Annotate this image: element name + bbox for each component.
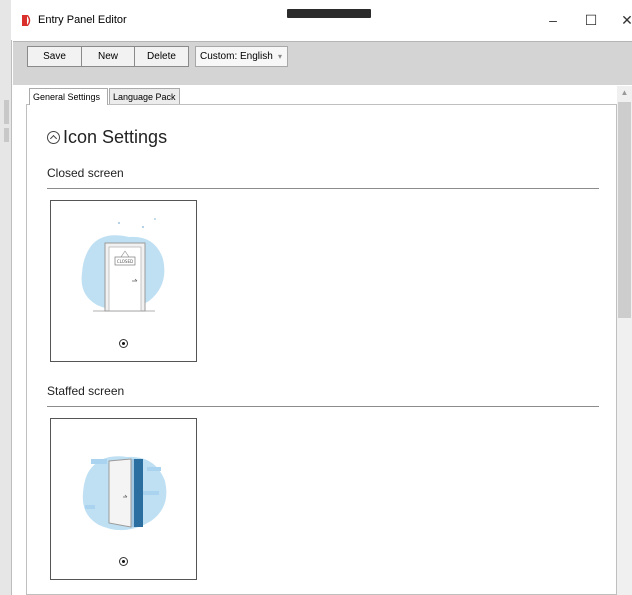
new-button[interactable]: New — [81, 46, 135, 67]
toolbar: Save New Delete Custom: English ▾ — [13, 41, 632, 85]
divider — [47, 406, 599, 407]
staffed-screen-icon-card[interactable] — [50, 418, 197, 580]
vertical-scrollbar[interactable]: ▲ — [617, 86, 632, 595]
closed-screen-heading: Closed screen — [47, 166, 124, 180]
tab-general-settings[interactable]: General Settings — [29, 88, 108, 105]
screen-capture-bar — [287, 9, 371, 18]
staffed-screen-heading: Staffed screen — [47, 384, 125, 398]
minimize-button[interactable]: – — [538, 8, 568, 32]
divider — [47, 188, 599, 189]
open-door-illustration — [82, 456, 167, 531]
chevron-down-icon: ▾ — [277, 52, 282, 61]
icon-settings-header[interactable]: Icon Settings — [47, 127, 167, 148]
maximize-button[interactable]: ☐ — [576, 8, 606, 32]
scroll-up-icon[interactable]: ▲ — [617, 86, 632, 100]
save-button[interactable]: Save — [27, 46, 82, 67]
tab-language-pack[interactable]: Language Pack — [109, 88, 180, 104]
closed-sign-text: CLOSED — [117, 259, 133, 264]
collapse-chevron-icon[interactable] — [47, 131, 60, 144]
scrollbar-thumb[interactable] — [618, 102, 631, 318]
section-title: Icon Settings — [63, 127, 168, 147]
app-logo-icon — [22, 15, 31, 26]
edge-mark — [4, 100, 9, 124]
edge-mark — [4, 128, 9, 142]
action-button-group: Save New Delete — [27, 46, 189, 67]
closed-door-illustration: CLOSED — [81, 218, 165, 312]
title-bar[interactable]: Entry Panel Editor – ☐ ✕ — [11, 0, 632, 40]
closed-screen-radio[interactable] — [119, 339, 128, 348]
close-button[interactable]: ✕ — [612, 8, 632, 32]
closed-screen-icon-card[interactable]: CLOSED — [50, 200, 197, 362]
language-select-value: Custom: English — [200, 51, 273, 62]
language-select[interactable]: Custom: English ▾ — [195, 46, 288, 67]
staffed-screen-radio[interactable] — [119, 557, 128, 566]
delete-button[interactable]: Delete — [134, 46, 189, 67]
window-title: Entry Panel Editor — [38, 14, 127, 26]
background-window-edge — [0, 0, 12, 595]
